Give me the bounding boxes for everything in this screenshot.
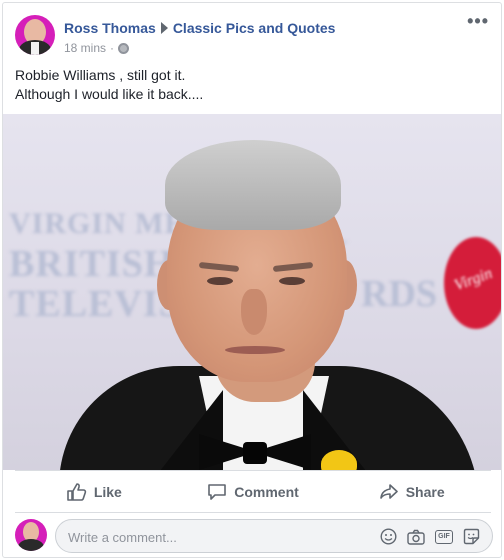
bowtie-knot bbox=[243, 442, 267, 464]
like-label: Like bbox=[93, 483, 122, 500]
camera-icon[interactable] bbox=[407, 529, 425, 545]
subject-mouth bbox=[225, 346, 285, 354]
sticker-icon[interactable] bbox=[463, 528, 480, 545]
author-name-link[interactable]: Ross Thomas bbox=[64, 20, 156, 36]
thumbs-up-icon bbox=[67, 482, 87, 501]
comment-tools: GIF bbox=[370, 528, 480, 545]
like-button[interactable]: Like bbox=[15, 471, 174, 512]
post-timestamp[interactable]: 18 mins bbox=[64, 41, 106, 55]
share-button[interactable]: Share bbox=[332, 471, 491, 512]
author-line: Ross Thomas Classic Pics and Quotes bbox=[64, 20, 335, 36]
subject-hair bbox=[165, 140, 341, 230]
portrait-subject bbox=[3, 114, 501, 470]
gif-label: GIF bbox=[435, 529, 453, 544]
share-label: Share bbox=[405, 483, 445, 500]
post-meta: 18 mins · bbox=[64, 41, 130, 55]
comment-label: Comment bbox=[234, 483, 299, 500]
post-header: Ross Thomas Classic Pics and Quotes 18 m… bbox=[3, 3, 501, 65]
comment-button[interactable]: Comment bbox=[174, 471, 333, 512]
daffodil-pin bbox=[321, 450, 357, 470]
gif-icon[interactable]: GIF bbox=[435, 529, 453, 544]
subject-eye-right bbox=[279, 277, 305, 285]
post-text-line-1: Robbie Williams , still got it. bbox=[15, 67, 186, 83]
globe-icon[interactable] bbox=[118, 42, 130, 54]
avatar-shirt bbox=[31, 42, 39, 55]
subject-eye-left bbox=[207, 277, 233, 285]
commenter-avatar-body bbox=[18, 539, 44, 551]
post-text-line-2: Although I would like it back.... bbox=[15, 86, 204, 102]
comment-composer: GIF bbox=[3, 513, 501, 559]
comment-box[interactable]: GIF bbox=[55, 519, 493, 553]
post-photo[interactable]: VIRGIN ME BRITISH TELEVIS Y RDS bbox=[3, 114, 501, 470]
commenter-avatar[interactable] bbox=[15, 519, 47, 551]
author-avatar[interactable] bbox=[15, 15, 55, 55]
smiley-icon[interactable] bbox=[380, 528, 397, 545]
post-card: Ross Thomas Classic Pics and Quotes 18 m… bbox=[2, 2, 502, 558]
meta-separator: · bbox=[110, 41, 115, 55]
more-options-button[interactable]: ••• bbox=[467, 12, 489, 30]
post-text: Robbie Williams , still got it. Although… bbox=[15, 66, 485, 104]
group-name-link[interactable]: Classic Pics and Quotes bbox=[173, 20, 336, 36]
triangle-right-icon bbox=[160, 22, 168, 34]
speech-bubble-icon bbox=[208, 483, 227, 500]
share-arrow-icon bbox=[379, 483, 398, 499]
comment-input[interactable] bbox=[68, 528, 368, 546]
action-bar: Like Comment Share bbox=[15, 470, 491, 513]
subject-nose bbox=[241, 289, 267, 335]
